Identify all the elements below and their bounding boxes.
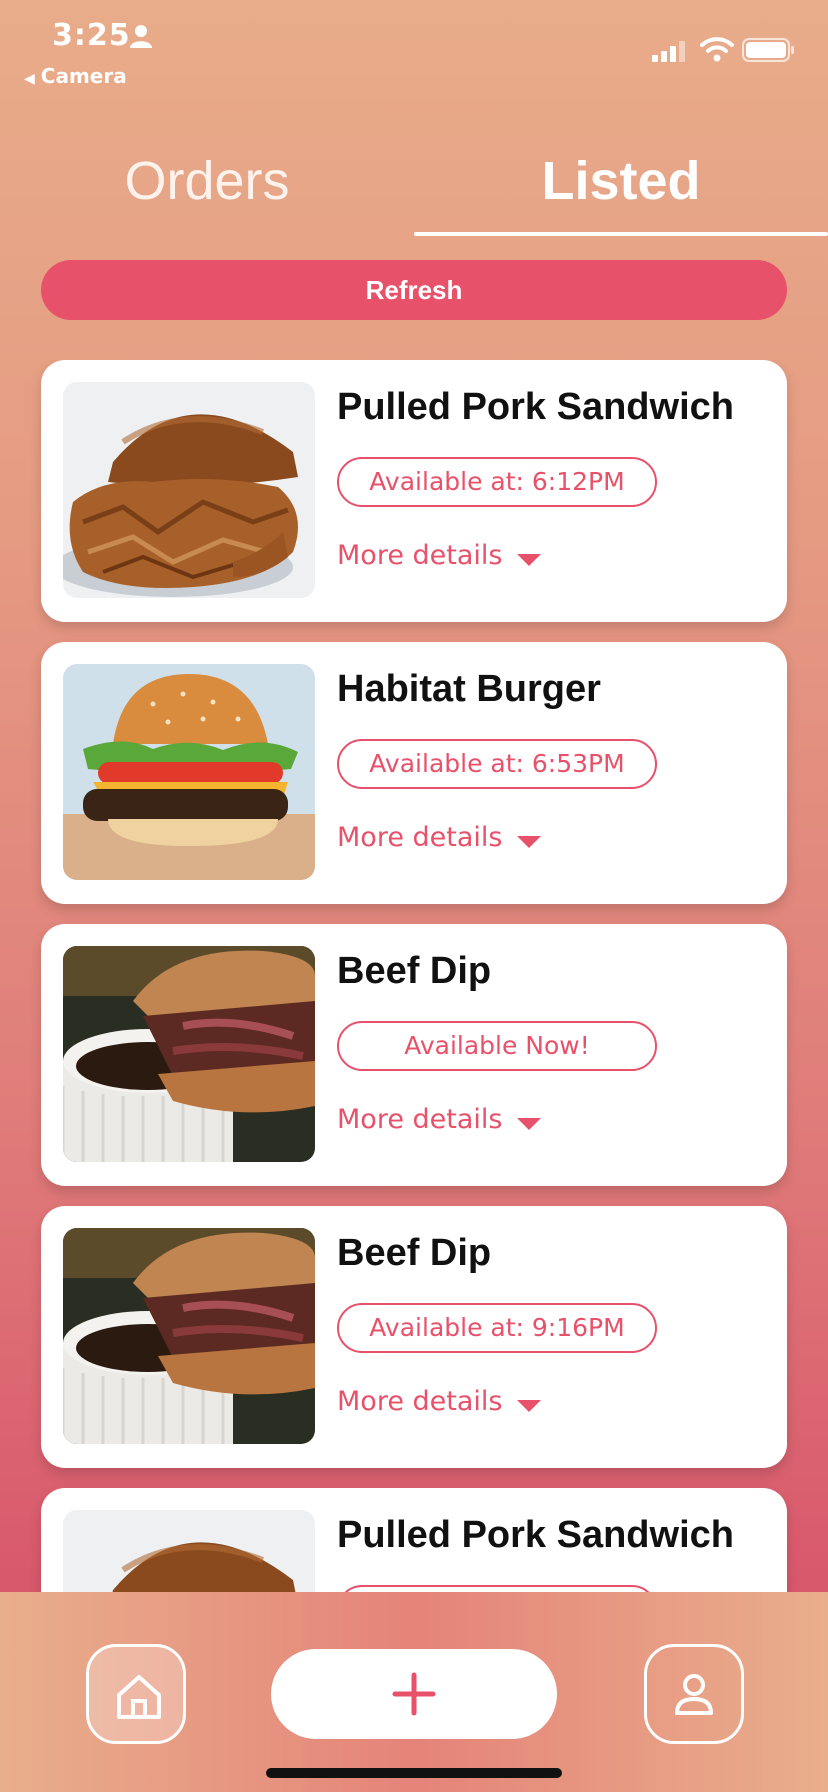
status-time: 3:25: [52, 18, 131, 53]
listing-card[interactable]: Pulled Pork Sandwich: [41, 1488, 787, 1592]
more-details-link[interactable]: More details: [337, 822, 502, 853]
status-bar: 3:25 ◀ Camera: [0, 0, 828, 100]
food-image: [63, 946, 315, 1162]
food-image: [63, 664, 315, 880]
refresh-button[interactable]: Refresh: [41, 260, 787, 320]
item-title: Pulled Pork Sandwich: [337, 1514, 734, 1556]
battery-icon: [742, 38, 794, 62]
listing-card[interactable]: Habitat Burger Available at: 6:53PM More…: [41, 642, 787, 904]
availability-badge: Available Now!: [337, 1021, 657, 1071]
item-title: Habitat Burger: [337, 668, 601, 710]
availability-badge: Available at: 6:12PM: [337, 457, 657, 507]
more-details-link[interactable]: More details: [337, 1104, 502, 1135]
food-image: [63, 382, 315, 598]
more-details-link[interactable]: More details: [337, 540, 502, 571]
cellular-signal-icon: [652, 41, 685, 62]
item-title: Beef Dip: [337, 950, 492, 992]
listing-card[interactable]: Pulled Pork Sandwich Available at: 6:12P…: [41, 360, 787, 622]
back-label: Camera: [40, 64, 127, 88]
listing-card[interactable]: Beef Dip Available Now! More details: [41, 924, 787, 1186]
tab-listed[interactable]: Listed: [414, 150, 828, 212]
chevron-down-icon[interactable]: [515, 552, 543, 568]
bottom-nav-bar: [0, 1592, 828, 1792]
user-icon: [675, 1674, 713, 1715]
back-arrow-icon: ◀: [24, 71, 35, 87]
availability-badge: Available at: 6:53PM: [337, 739, 657, 789]
active-tab-indicator: [414, 232, 828, 236]
item-title: Beef Dip: [337, 1232, 492, 1274]
person-icon: [130, 25, 152, 48]
home-indicator: [266, 1768, 562, 1778]
home-icon: [117, 1675, 161, 1719]
add-listing-button[interactable]: [271, 1649, 557, 1739]
item-title: Pulled Pork Sandwich: [337, 386, 734, 428]
tab-orders[interactable]: Orders: [0, 150, 414, 212]
listing-card[interactable]: Beef Dip Available at: 9:16PM More detai…: [41, 1206, 787, 1468]
back-to-camera-link[interactable]: ◀ Camera: [24, 64, 127, 88]
listed-items-list: Pulled Pork Sandwich Available at: 6:12P…: [0, 360, 828, 1592]
food-image: [63, 1510, 315, 1592]
availability-badge: Available at: 9:16PM: [337, 1303, 657, 1353]
availability-badge: [337, 1585, 657, 1592]
chevron-down-icon[interactable]: [515, 834, 543, 850]
chevron-down-icon[interactable]: [515, 1398, 543, 1414]
profile-button[interactable]: [644, 1644, 744, 1744]
plus-icon: [392, 1672, 436, 1716]
wifi-icon: [700, 37, 734, 62]
food-image: [63, 1228, 315, 1444]
chevron-down-icon[interactable]: [515, 1116, 543, 1132]
more-details-link[interactable]: More details: [337, 1386, 502, 1417]
tab-bar: Orders Listed: [0, 150, 828, 240]
home-button[interactable]: [86, 1644, 186, 1744]
